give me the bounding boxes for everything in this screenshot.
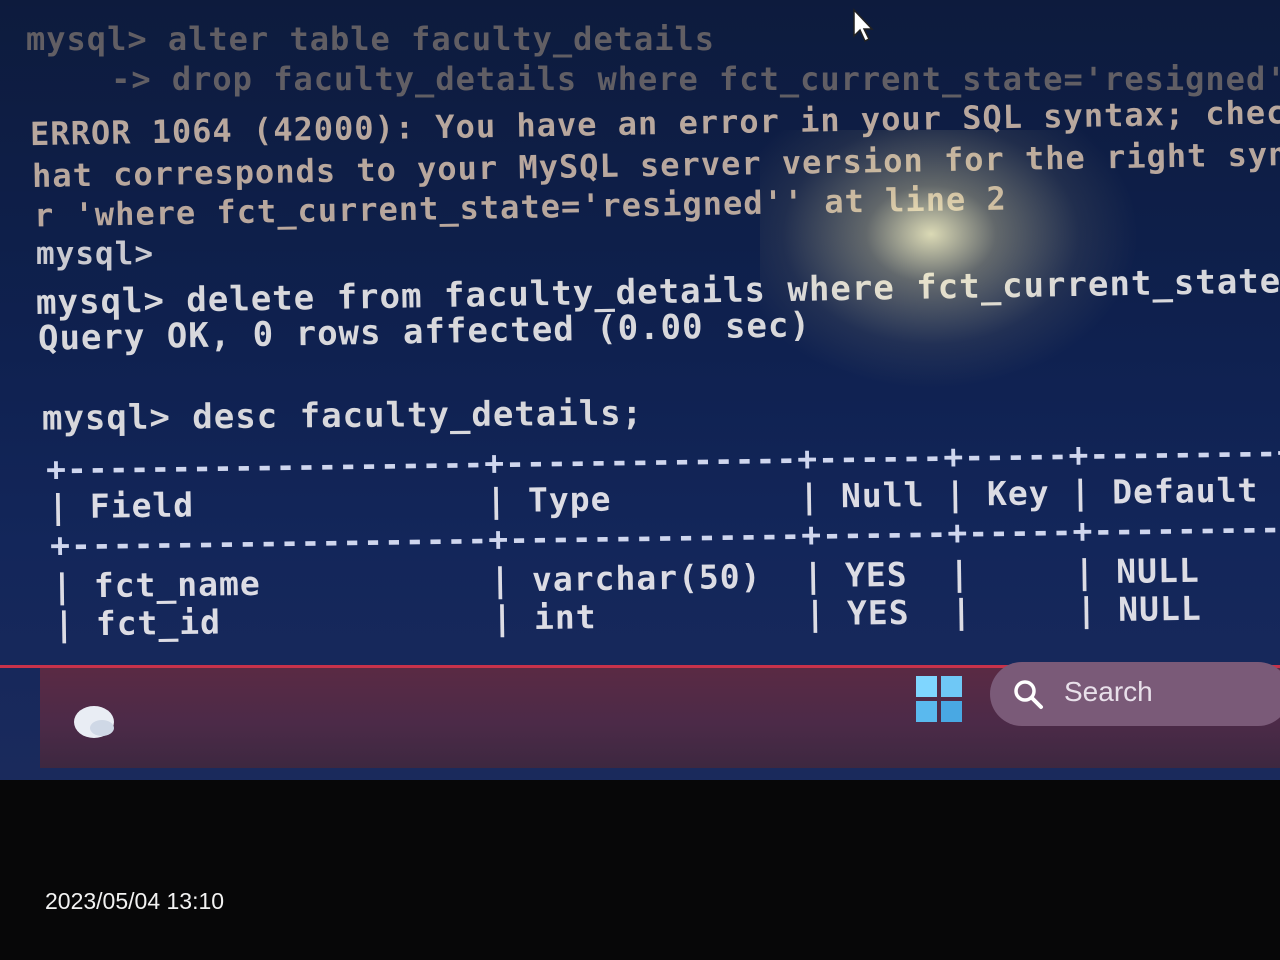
weather-icon[interactable]: [72, 700, 116, 740]
terminal-line: -> drop faculty_details where fct_curren…: [30, 60, 1280, 98]
search-label: Search: [1064, 676, 1153, 707]
taskbar-search-box[interactable]: Search: [990, 662, 1280, 726]
laptop-screen: mysql> alter table faculty_details -> dr…: [0, 0, 1280, 780]
terminal-line: mysql> alter table faculty_details: [26, 20, 716, 58]
photo-timestamp: 2023/05/04 13:10: [45, 888, 225, 914]
mysql-terminal-window[interactable]: mysql> alter table faculty_details -> dr…: [0, 0, 1280, 668]
terminal-command-line: mysql> desc faculty_details;: [41, 393, 644, 439]
terminal-prompt: mysql>: [36, 236, 154, 272]
mouse-cursor-icon: [853, 8, 874, 43]
search-icon: [1014, 680, 1043, 709]
windows-start-icon[interactable]: [914, 674, 964, 724]
